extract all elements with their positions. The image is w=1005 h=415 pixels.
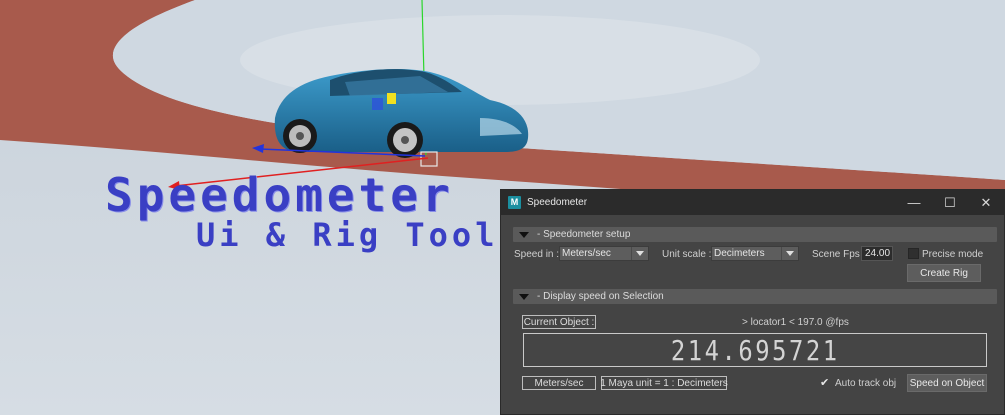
speed-readout-display: 214.695721 xyxy=(523,333,987,367)
window-controls: — ☐ ✕ xyxy=(896,190,1004,215)
unit-label-box: Meters/sec xyxy=(522,376,596,390)
current-object-button[interactable]: Current Object : xyxy=(522,315,596,329)
unit-scale-dropdown[interactable]: Decimeters xyxy=(711,246,799,261)
speed-in-label: Speed in : xyxy=(514,249,560,260)
overlay-title: Speedometer xyxy=(105,168,454,222)
collapse-triangle-icon[interactable] xyxy=(519,293,529,300)
speed-in-value: Meters/sec xyxy=(562,248,611,259)
window-title: Speedometer xyxy=(527,197,588,208)
scene-fps-field[interactable]: 24.00 xyxy=(861,246,893,261)
setup-section-label: - Speedometer setup xyxy=(537,229,631,240)
maximize-button[interactable]: ☐ xyxy=(932,190,968,215)
chevron-down-icon xyxy=(781,247,798,260)
display-section-header[interactable]: - Display speed on Selection xyxy=(513,289,997,304)
collapse-triangle-icon[interactable] xyxy=(519,231,529,238)
unit-scale-value: Decimeters xyxy=(714,248,765,259)
minimize-button[interactable]: — xyxy=(896,190,932,215)
manipulator-handle-blue xyxy=(372,98,383,110)
speed-on-object-button[interactable]: Speed on Object xyxy=(907,374,987,392)
close-button[interactable]: ✕ xyxy=(968,190,1004,215)
maya-app-icon: M xyxy=(508,196,521,209)
unit-scale-label: Unit scale : xyxy=(662,249,712,260)
manipulator-handle-yellow xyxy=(387,93,396,104)
speed-value: 214.695721 xyxy=(670,333,840,367)
auto-track-label: Auto track obj xyxy=(835,378,897,389)
display-section-label: - Display speed on Selection xyxy=(537,291,664,302)
speedometer-window: M Speedometer — ☐ ✕ - Speedometer setup … xyxy=(500,189,1005,415)
precise-mode-checkbox[interactable] xyxy=(908,248,919,259)
scale-info-box: 1 Maya unit = 1 : Decimeters xyxy=(600,376,728,390)
precise-mode-label: Precise mode xyxy=(922,249,984,260)
overlay-subtitle: Ui & Rig Tool xyxy=(196,216,499,254)
auto-track-checkbox[interactable]: ✔ xyxy=(820,376,829,389)
object-info-text: > locator1 < 197.0 @fps xyxy=(742,317,849,328)
scene-fps-label: Scene Fps : xyxy=(812,249,866,260)
chevron-down-icon xyxy=(631,247,648,260)
create-rig-button[interactable]: Create Rig xyxy=(907,264,981,282)
window-titlebar[interactable]: M Speedometer — ☐ ✕ xyxy=(501,190,1004,215)
setup-section-header[interactable]: - Speedometer setup xyxy=(513,227,997,242)
speed-in-dropdown[interactable]: Meters/sec xyxy=(559,246,649,261)
